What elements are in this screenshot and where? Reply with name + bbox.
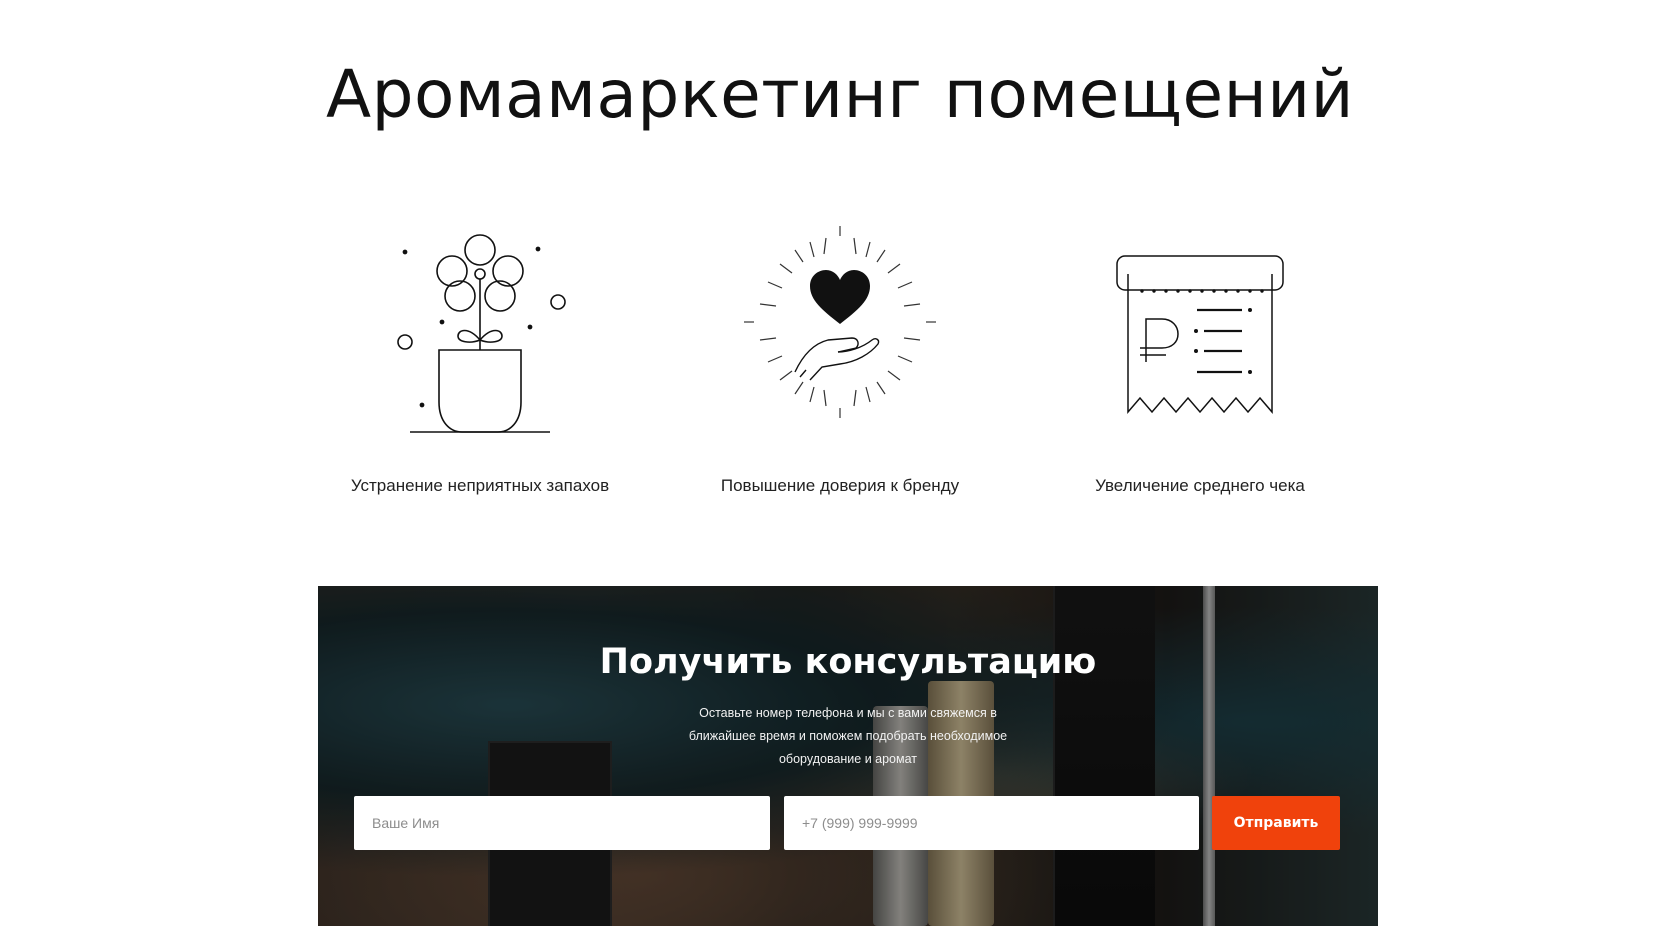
page-title: Аромамаркетинг помещений: [325, 56, 1355, 133]
feature-label: Повышение доверия к бренду: [720, 476, 960, 495]
receipt-ruble-icon: [1100, 222, 1300, 452]
flower-pot-icon: [380, 222, 580, 452]
consultation-form: Отправить: [354, 796, 1342, 850]
features-section: Устранение неприятных запахов Повышение …: [300, 222, 1380, 512]
consultation-title: Получить консультацию: [599, 642, 1097, 682]
consultation-description: Оставьте номер телефона и мы с вами свяж…: [688, 706, 1008, 766]
feature-label: Увеличение среднего чека: [1095, 476, 1305, 495]
name-input[interactable]: [354, 796, 770, 850]
feature-label: Устранение неприятных запахов: [350, 476, 610, 495]
heart-hand-icon: [740, 222, 940, 452]
feature-brand-trust: Повышение доверия к бренду: [660, 222, 1020, 512]
phone-input[interactable]: [784, 796, 1199, 850]
feature-odor-removal: Устранение неприятных запахов: [300, 222, 660, 512]
consultation-section: Получить консультацию Оставьте номер тел…: [318, 586, 1378, 926]
submit-button[interactable]: Отправить: [1212, 796, 1340, 850]
feature-avg-check: Увеличение среднего чека: [1020, 222, 1380, 512]
